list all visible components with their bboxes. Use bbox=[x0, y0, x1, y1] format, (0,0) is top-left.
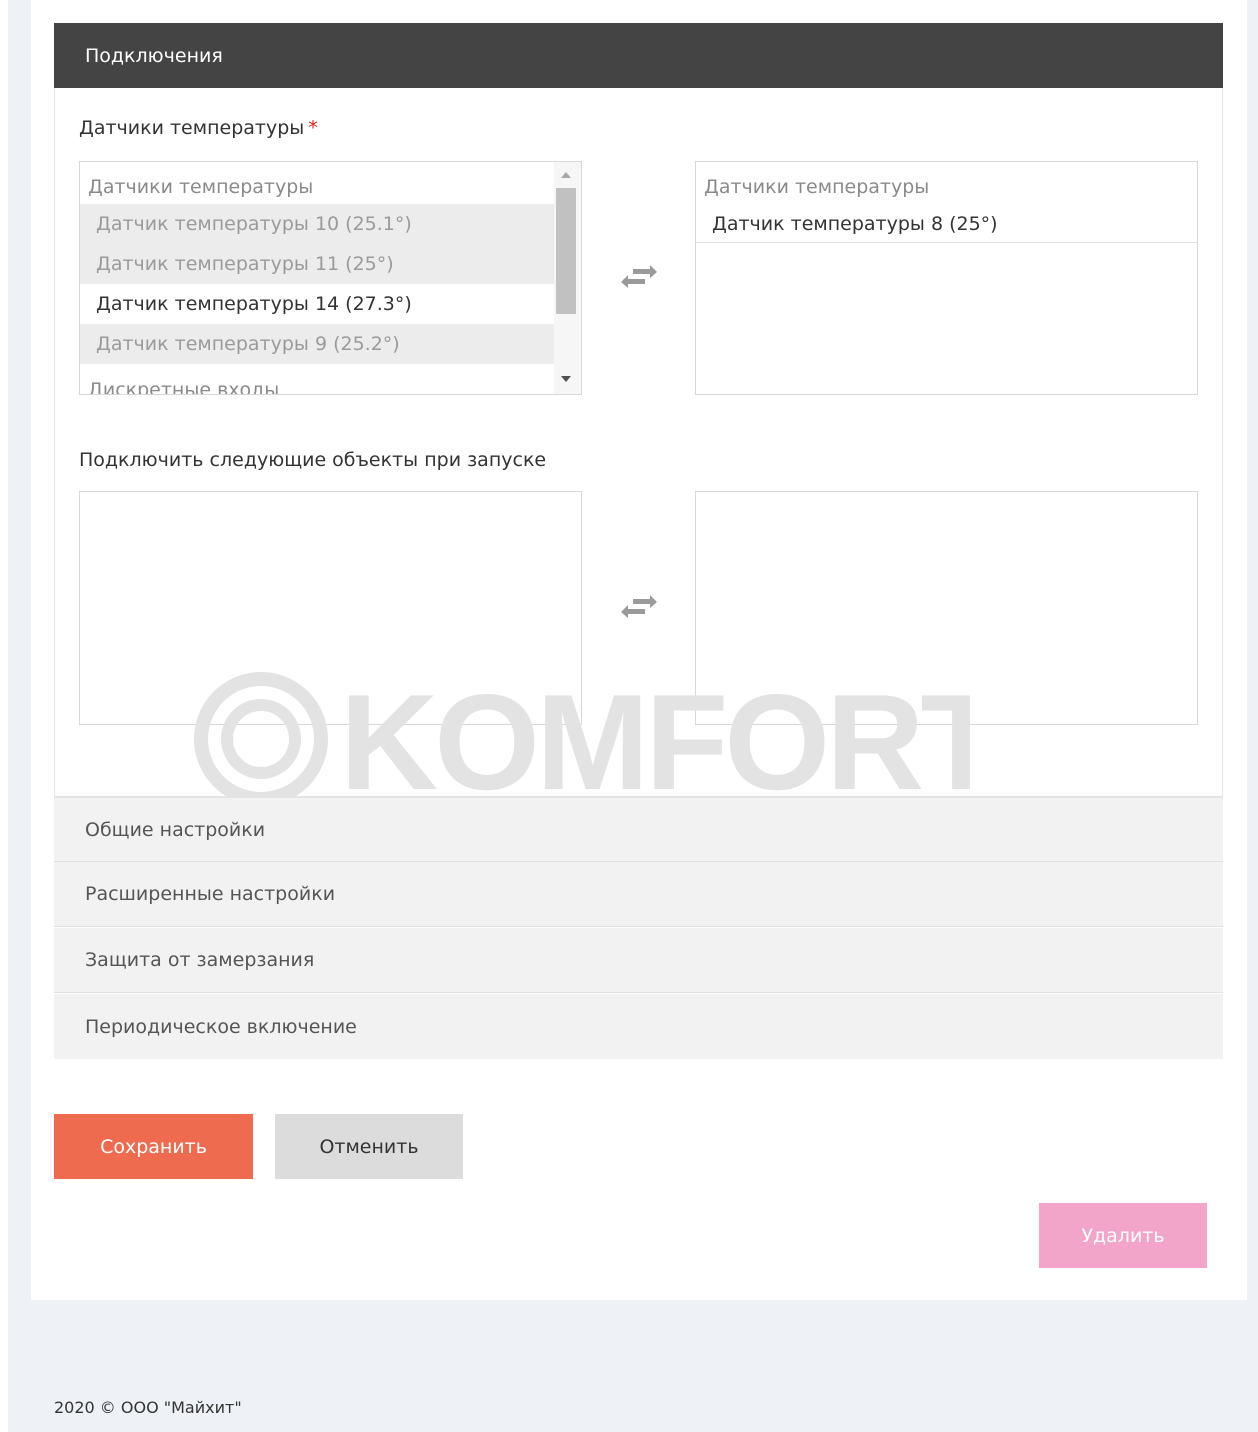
delete-button[interactable]: Удалить bbox=[1039, 1203, 1207, 1268]
optgroup-label-temp: Датчики температуры bbox=[88, 176, 314, 198]
option-sensor-9[interactable]: Датчик температуры 9 (25.2°) bbox=[80, 324, 555, 364]
section-header-connections[interactable]: Подключения bbox=[54, 23, 1223, 88]
accordion-label: Расширенные настройки bbox=[85, 883, 336, 905]
option-sensor-11[interactable]: Датчик температуры 11 (25°) bbox=[80, 244, 555, 284]
chevron-down-icon[interactable] bbox=[561, 376, 571, 382]
listbox-scrollbar[interactable] bbox=[554, 162, 581, 394]
chosen-sensors-listbox[interactable]: Датчики температуры Датчик температуры 8… bbox=[695, 161, 1198, 395]
option-label: Датчик температуры 8 (25°) bbox=[712, 213, 998, 235]
section-title: Подключения bbox=[85, 44, 223, 67]
optgroup-label-temp: Датчики температуры bbox=[704, 176, 930, 198]
list-divider bbox=[696, 242, 1197, 243]
option-sensor-10[interactable]: Датчик температуры 10 (25.1°) bbox=[80, 204, 555, 244]
cancel-button[interactable]: Отменить bbox=[275, 1114, 463, 1179]
save-button[interactable]: Сохранить bbox=[54, 1114, 253, 1179]
accordion-advanced-settings[interactable]: Расширенные настройки bbox=[54, 862, 1223, 927]
accordion-label: Общие настройки bbox=[85, 818, 266, 841]
footer-copyright: 2020 © ООО "Майхит" bbox=[54, 1398, 242, 1417]
option-label: Датчик температуры 14 (27.3°) bbox=[96, 293, 412, 315]
swap-arrows-icon[interactable] bbox=[621, 595, 657, 621]
optgroup-label-discrete: Дискретные входы bbox=[88, 379, 280, 395]
accordion-label: Периодическое включение bbox=[85, 1015, 357, 1038]
chevron-up-icon[interactable] bbox=[561, 172, 571, 178]
temp-sensors-label: Датчики температуры * bbox=[79, 117, 318, 139]
accordion-general-settings[interactable]: Общие настройки bbox=[54, 797, 1223, 862]
accordion-label: Защита от замерзания bbox=[85, 949, 315, 971]
accordion-freeze-protection[interactable]: Защита от замерзания bbox=[54, 928, 1223, 993]
startup-objects-label: Подключить следующие объекты при запуске bbox=[79, 449, 547, 471]
temp-sensors-label-text: Датчики температуры bbox=[79, 117, 305, 139]
option-sensor-8[interactable]: Датчик температуры 8 (25°) bbox=[696, 204, 1197, 244]
left-strip bbox=[0, 0, 8, 1432]
scrollbar-thumb[interactable] bbox=[556, 188, 576, 314]
startup-available-listbox[interactable] bbox=[79, 491, 582, 725]
option-label: Датчик температуры 9 (25.2°) bbox=[96, 333, 400, 355]
available-sensors-listbox[interactable]: Датчики температуры Датчик температуры 1… bbox=[79, 161, 582, 395]
option-sensor-14[interactable]: Датчик температуры 14 (27.3°) bbox=[80, 284, 555, 324]
option-label: Датчик температуры 11 (25°) bbox=[96, 253, 394, 275]
accordion-periodic-on[interactable]: Периодическое включение bbox=[54, 994, 1223, 1059]
swap-arrows-icon[interactable] bbox=[621, 265, 657, 291]
startup-chosen-listbox[interactable] bbox=[695, 491, 1198, 725]
option-label: Датчик температуры 10 (25.1°) bbox=[96, 213, 412, 235]
required-mark: * bbox=[308, 117, 318, 139]
